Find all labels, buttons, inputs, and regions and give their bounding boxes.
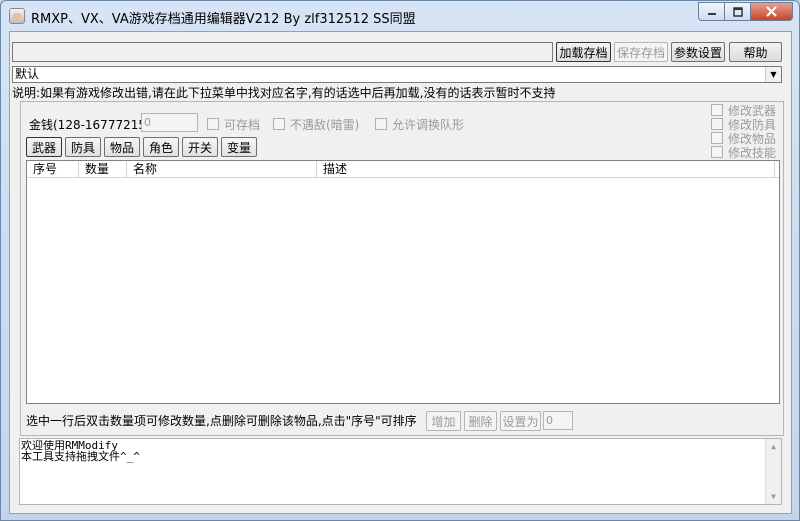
instruction-note: 说明:如果有游戏修改出错,请在此下拉菜单中找对应名字,有的话选中后再加载,没有的…	[12, 86, 556, 100]
log-scrollbar[interactable]: ▲ ▼	[765, 439, 781, 504]
no-encounter-label: 不遇敌(暗雷)	[290, 118, 360, 132]
close-button[interactable]	[750, 2, 793, 21]
delete-button[interactable]: 删除	[464, 411, 497, 431]
column-name[interactable]: 名称	[127, 161, 317, 178]
column-quantity[interactable]: 数量	[79, 161, 127, 178]
money-label: 金钱(128-16777215)	[29, 118, 151, 132]
chevron-down-icon[interactable]: ▼	[765, 67, 781, 82]
table-header: 序号 数量 名称 描述	[27, 161, 779, 178]
app-window: RMXP、VX、VA游戏存档通用编辑器V212 By zlf312512 SS同…	[0, 0, 800, 521]
money-input[interactable]: 0	[141, 113, 198, 132]
modify-weapons-checkbox[interactable]	[711, 104, 723, 116]
close-icon	[766, 6, 777, 17]
game-select-value: 默认	[15, 67, 40, 81]
save-save-button[interactable]: 保存存档	[614, 42, 668, 62]
can-save-label: 可存档	[224, 118, 261, 132]
tab-characters[interactable]: 角色	[143, 137, 179, 157]
allow-formation-label: 允许调换队形	[392, 118, 465, 132]
modify-armor-checkbox[interactable]	[711, 118, 723, 130]
set-to-input[interactable]: 0	[543, 411, 573, 430]
items-table[interactable]: 序号 数量 名称 描述	[26, 160, 780, 404]
minimize-button[interactable]	[698, 2, 724, 21]
app-icon	[9, 8, 25, 24]
scroll-up-icon[interactable]: ▲	[766, 439, 781, 454]
allow-formation-checkbox[interactable]	[375, 118, 387, 130]
add-button[interactable]: 增加	[426, 411, 461, 431]
modify-items-checkbox[interactable]	[711, 132, 723, 144]
can-save-checkbox[interactable]	[207, 118, 219, 130]
table-hint: 选中一行后双击数量项可修改数量,点删除可删除该物品,点击"序号"可排序	[26, 414, 417, 428]
scroll-down-icon[interactable]: ▼	[766, 489, 781, 504]
caption-buttons	[698, 2, 793, 21]
settings-button[interactable]: 参数设置	[671, 42, 725, 62]
maximize-button[interactable]	[724, 2, 750, 21]
column-description[interactable]: 描述	[317, 161, 775, 178]
minimize-icon	[707, 12, 716, 15]
tab-armor[interactable]: 防具	[65, 137, 101, 157]
help-button[interactable]: 帮助	[729, 42, 782, 62]
load-save-button[interactable]: 加载存档	[556, 42, 611, 62]
modify-skills-label: 修改技能	[728, 146, 777, 160]
no-encounter-checkbox[interactable]	[273, 118, 285, 130]
set-to-button[interactable]: 设置为	[500, 411, 541, 431]
window-title: RMXP、VX、VA游戏存档通用编辑器V212 By zlf312512 SS同…	[31, 12, 416, 27]
log-output[interactable]: 欢迎使用RMModify 本工具支持拖拽文件^_^ ▲ ▼	[19, 438, 782, 505]
title-bar[interactable]: RMXP、VX、VA游戏存档通用编辑器V212 By zlf312512 SS同…	[1, 1, 799, 31]
tab-switches[interactable]: 开关	[182, 137, 218, 157]
game-select[interactable]: 默认 ▼	[12, 66, 782, 83]
tab-variables[interactable]: 变量	[221, 137, 257, 157]
tab-items[interactable]: 物品	[104, 137, 140, 157]
log-line: 本工具支持拖拽文件^_^	[21, 450, 140, 463]
modify-skills-checkbox[interactable]	[711, 146, 723, 158]
maximize-icon	[732, 6, 743, 17]
column-index[interactable]: 序号	[27, 161, 79, 178]
save-path-field[interactable]	[12, 42, 553, 62]
tab-weapons[interactable]: 武器	[26, 137, 62, 157]
